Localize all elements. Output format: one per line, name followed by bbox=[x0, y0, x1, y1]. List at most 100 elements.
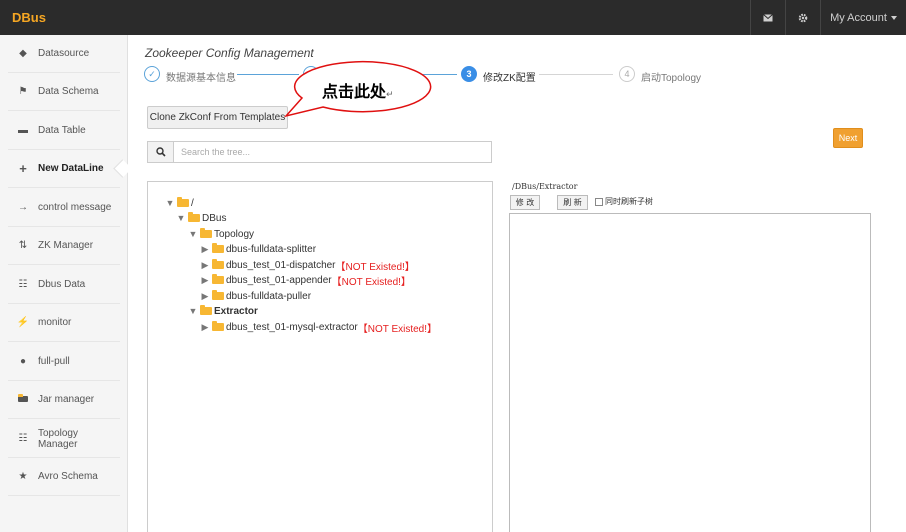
collapsed-triangle-icon: ▶ bbox=[201, 259, 209, 270]
tree-node-label: Extractor bbox=[214, 305, 258, 317]
tree-node-label: dbus_test_01-appender bbox=[226, 274, 332, 286]
not-existed-warning: 【NOT Existed!】 bbox=[335, 261, 415, 273]
folder-open-icon bbox=[200, 228, 212, 238]
sidebar-item-label: Datasource bbox=[38, 48, 90, 59]
sidebar-item-label: New DataLine bbox=[38, 163, 104, 174]
flash-icon: ⚡ bbox=[16, 317, 30, 328]
sidebar-item-label: Dbus Data bbox=[38, 279, 86, 290]
sidebar-item-zk-manager[interactable]: ⇅ ZK Manager bbox=[8, 227, 120, 265]
step-2-marker: ✓ bbox=[303, 66, 319, 82]
drive-icon: ▬ bbox=[18, 125, 28, 136]
tree-node-label: Topology bbox=[214, 228, 255, 240]
sidebar-item-label: control message bbox=[38, 202, 112, 213]
folder-open-icon bbox=[188, 212, 200, 222]
collapsed-triangle-icon: ▶ bbox=[201, 243, 209, 254]
sidebar-item-new-dataline[interactable]: + New DataLine bbox=[8, 150, 120, 188]
modify-button[interactable]: 修 改 bbox=[510, 195, 540, 210]
sidebar-item-label: Data Table bbox=[38, 125, 86, 136]
sidebar-item-label: Avro Schema bbox=[38, 471, 98, 482]
tree-node-root[interactable]: ▼ / bbox=[164, 196, 194, 210]
expanded-triangle-icon: ▼ bbox=[188, 306, 198, 316]
sidebar-item-monitor[interactable]: ⚡ monitor bbox=[8, 304, 120, 342]
pin-icon: ◆ bbox=[19, 48, 27, 59]
collapsed-triangle-icon: ▶ bbox=[201, 290, 209, 301]
expanded-triangle-icon: ▼ bbox=[165, 198, 175, 208]
sidebar-item-label: ZK Manager bbox=[38, 240, 94, 251]
return-mark: ↵ bbox=[386, 90, 394, 100]
step-1-label: 数据源基本信息 bbox=[166, 73, 236, 84]
settings-button[interactable] bbox=[785, 0, 820, 35]
sidebar-item-dbus-data[interactable]: ☷ Dbus Data bbox=[8, 266, 120, 304]
search-input[interactable] bbox=[175, 142, 491, 162]
drawer-icon: ☷ bbox=[18, 279, 28, 290]
tree-node-dbus[interactable]: ▼ DBus bbox=[175, 211, 226, 225]
star-icon: ★ bbox=[18, 471, 28, 482]
refresh-subtree-label: 同时刷新子树 bbox=[605, 197, 653, 206]
tree-node-extractor[interactable]: ▼ Extractor bbox=[187, 304, 258, 318]
sidebar-item-data-table[interactable]: ▬ Data Table bbox=[8, 112, 120, 150]
messages-button[interactable] bbox=[750, 0, 785, 35]
zk-tree-panel: ▼ / ▼ DBus ▼ Topology ▶ dbus-fulldata-sp… bbox=[147, 181, 493, 532]
zk-config-editor[interactable] bbox=[509, 213, 871, 532]
flag-icon: ⚑ bbox=[18, 86, 28, 97]
tree-node[interactable]: ▶ dbus_test_01-mysql-extractor 【NOT Exis… bbox=[199, 320, 437, 335]
step-4-label: 启动Topology bbox=[641, 73, 702, 84]
folder-icon bbox=[212, 321, 224, 331]
refresh-subtree-checkbox[interactable] bbox=[595, 198, 603, 206]
folder-icon bbox=[212, 259, 224, 269]
folder-open-icon bbox=[16, 394, 30, 405]
tree-node[interactable]: ▶ dbus-fulldata-puller bbox=[199, 289, 311, 303]
step-3-label: 修改ZK配置 bbox=[483, 73, 536, 84]
folder-icon bbox=[212, 274, 224, 284]
sidebar-item-label: Data Schema bbox=[38, 86, 99, 97]
step-connector bbox=[539, 74, 613, 75]
sidebar-item-avro-schema[interactable]: ★ Avro Schema bbox=[8, 458, 120, 496]
next-button[interactable]: Next bbox=[833, 128, 863, 148]
tree-node-label: / bbox=[191, 197, 194, 209]
step-1-marker: ✓ bbox=[144, 66, 160, 82]
search-button[interactable] bbox=[148, 142, 174, 162]
step-connector bbox=[385, 74, 457, 75]
tree-node[interactable]: ▶ dbus-fulldata-splitter bbox=[199, 242, 316, 256]
tree-node-label: dbus-fulldata-splitter bbox=[226, 243, 317, 255]
sidebar-item-datasource[interactable]: ◆ Datasource bbox=[8, 35, 120, 73]
folder-open-icon bbox=[177, 197, 189, 207]
sidebar-item-label: full-pull bbox=[38, 356, 70, 367]
clone-zkconf-button[interactable]: Clone ZkConf From Templates bbox=[147, 106, 288, 129]
grid-icon: ☷ bbox=[18, 433, 28, 444]
tree-node[interactable]: ▶ dbus_test_01-appender 【NOT Existed!】 bbox=[199, 273, 411, 288]
tree-node-label: dbus_test_01-dispatcher bbox=[226, 259, 336, 271]
tree-node-label: dbus_test_01-mysql-extractor bbox=[226, 321, 358, 333]
sidebar-item-label: Jar manager bbox=[38, 394, 95, 405]
plus-icon: + bbox=[19, 161, 27, 176]
sidebar-item-label: Topology Manager bbox=[37, 427, 78, 450]
folder-icon bbox=[212, 290, 224, 300]
account-menu[interactable]: My Account bbox=[820, 0, 906, 35]
tree-search bbox=[147, 141, 492, 163]
tree-node[interactable]: ▶ dbus_test_01-dispatcher 【NOT Existed!】 bbox=[199, 258, 415, 273]
arrow-right-icon: → bbox=[18, 202, 28, 213]
download-icon: ● bbox=[19, 356, 27, 367]
refresh-button[interactable]: 刷 新 bbox=[557, 195, 588, 210]
brand-logo[interactable]: DBus bbox=[12, 10, 46, 25]
step-connector bbox=[237, 74, 299, 75]
sidebar-item-control-message[interactable]: → control message bbox=[8, 189, 120, 227]
sidebar: ◆ Datasource ⚑ Data Schema ▬ Data Table … bbox=[0, 35, 128, 532]
sidebar-item-full-pull[interactable]: ● full-pull bbox=[8, 343, 120, 381]
expanded-triangle-icon: ▼ bbox=[176, 213, 186, 223]
step-3-marker: 3 bbox=[461, 66, 477, 82]
not-existed-warning: 【NOT Existed!】 bbox=[331, 276, 411, 288]
tree-node-topology[interactable]: ▼ Topology bbox=[187, 227, 254, 241]
sort-icon: ⇅ bbox=[18, 240, 28, 251]
sidebar-item-topology-manager[interactable]: ☷ Topology Manager bbox=[8, 420, 120, 458]
sidebar-item-label: monitor bbox=[38, 317, 72, 328]
callout-text: 点击此处↵ bbox=[322, 82, 394, 101]
node-path: /DBus/Extractor bbox=[512, 182, 578, 191]
search-icon bbox=[155, 147, 166, 157]
step-4-marker: 4 bbox=[619, 66, 635, 82]
tree-node-label: DBus bbox=[202, 212, 227, 224]
caret-down-icon bbox=[890, 15, 897, 20]
sidebar-item-jar-manager[interactable]: Jar manager bbox=[8, 381, 120, 419]
top-navbar: DBus My Account bbox=[0, 0, 906, 35]
sidebar-item-data-schema[interactable]: ⚑ Data Schema bbox=[8, 73, 120, 111]
